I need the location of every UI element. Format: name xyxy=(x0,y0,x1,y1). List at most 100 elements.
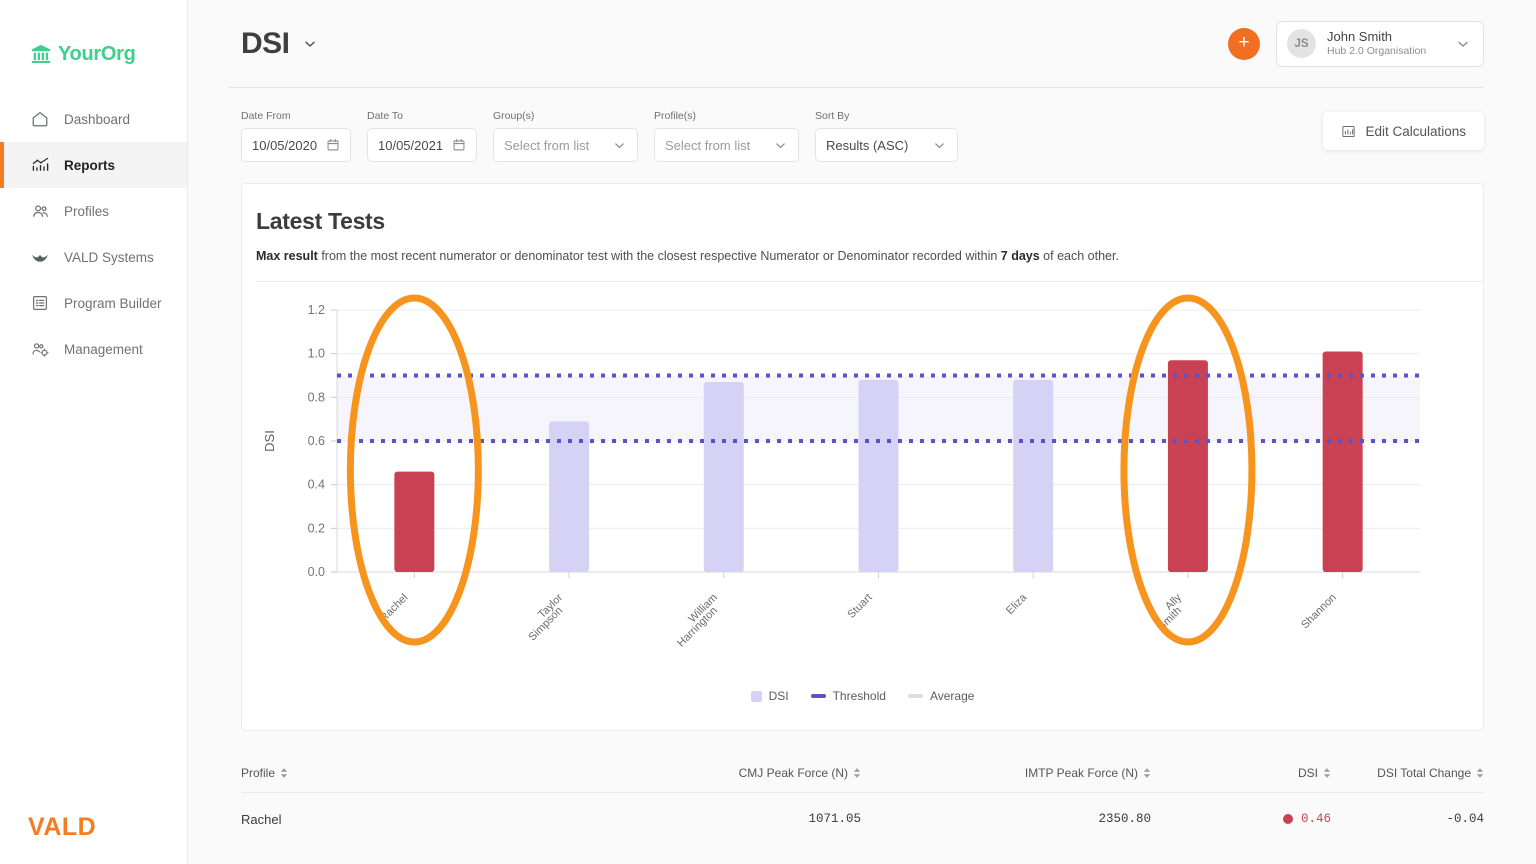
legend-item-dsi[interactable]: DSI xyxy=(751,689,789,703)
brand-logo[interactable]: YourOrg xyxy=(0,0,187,78)
cell-profile: Rachel xyxy=(241,812,571,827)
legend-item-average[interactable]: Average xyxy=(908,689,974,703)
groups-placeholder: Select from list xyxy=(504,138,589,153)
filter-bar: Date From 10/05/2020 Date To 10/05/2021 xyxy=(188,88,1536,162)
sort-by-value: Results (ASC) xyxy=(826,138,908,153)
card-header: Latest Tests Max result from the most re… xyxy=(242,184,1483,282)
x-tick-label: Stuart xyxy=(845,592,874,621)
chart-legend: DSI Threshold Average xyxy=(242,689,1483,703)
profiles-field: Profile(s) Select from list xyxy=(654,110,799,162)
avatar: JS xyxy=(1287,29,1316,58)
sort-by-select[interactable]: Results (ASC) xyxy=(815,128,958,162)
add-button[interactable]: + xyxy=(1228,28,1260,60)
sidebar-item-vald-systems[interactable]: VALD Systems xyxy=(0,234,187,280)
groups-label: Group(s) xyxy=(493,110,638,122)
topbar-right: + JS John Smith Hub 2.0 Organisation xyxy=(1228,21,1484,67)
table-row[interactable]: Rachel 1071.05 2350.80 0.46 -0.04 xyxy=(241,793,1484,845)
user-name: John Smith xyxy=(1327,29,1426,45)
legend-swatch-threshold xyxy=(811,694,826,698)
calendar-icon[interactable] xyxy=(326,138,340,152)
cell-imtp-peak-force: 2350.80 xyxy=(861,812,1151,826)
y-tick-label: 0.8 xyxy=(308,390,325,404)
date-from-value: 10/05/2020 xyxy=(252,138,317,153)
date-to-input[interactable]: 10/05/2021 xyxy=(367,128,477,162)
card-sub-end: of each other. xyxy=(1040,249,1119,263)
cell-cmj-peak-force: 1071.05 xyxy=(571,812,861,826)
vald-footer-logo: VALD xyxy=(28,813,96,842)
chevron-down-icon[interactable] xyxy=(302,36,318,52)
cell-dsi-total-change: -0.04 xyxy=(1331,812,1484,826)
sort-arrows-icon[interactable] xyxy=(1323,768,1331,778)
card-sub-bold-2: 7 days xyxy=(1001,249,1040,263)
bar-stuart xyxy=(859,380,899,572)
profiles-placeholder: Select from list xyxy=(665,138,750,153)
column-header-profile[interactable]: Profile xyxy=(241,766,571,780)
legend-item-threshold[interactable]: Threshold xyxy=(811,689,886,703)
bank-icon xyxy=(30,43,52,65)
y-tick-label: 0.6 xyxy=(308,434,325,448)
home-icon xyxy=(30,109,50,129)
status-dot-icon xyxy=(1283,814,1293,824)
chevron-down-icon[interactable] xyxy=(1455,36,1471,52)
groups-select[interactable]: Select from list xyxy=(493,128,638,162)
groups-field: Group(s) Select from list xyxy=(493,110,638,162)
edit-calculations-label: Edit Calculations xyxy=(1365,124,1466,139)
chevron-down-icon[interactable] xyxy=(932,138,947,153)
card-sub-bold-1: Max result xyxy=(256,249,318,263)
sort-arrows-icon[interactable] xyxy=(853,768,861,778)
sidebar-item-management[interactable]: Management xyxy=(0,326,187,372)
column-header-dsi[interactable]: DSI xyxy=(1151,766,1331,780)
legend-label-dsi: DSI xyxy=(769,689,789,703)
y-tick-label: 0.2 xyxy=(308,521,325,535)
column-header-dsi-total-change[interactable]: DSI Total Change xyxy=(1331,766,1484,780)
date-to-value: 10/05/2021 xyxy=(378,138,443,153)
column-header-cmj-peak-force[interactable]: CMJ Peak Force (N) xyxy=(571,766,861,780)
vald-horns-icon xyxy=(30,247,50,267)
sidebar-item-reports[interactable]: Reports xyxy=(0,142,187,188)
user-menu[interactable]: JS John Smith Hub 2.0 Organisation xyxy=(1276,21,1484,67)
sort-by-field: Sort By Results (ASC) xyxy=(815,110,958,162)
chart-svg: 0.00.20.40.60.81.01.2DSIRachelTaylorSimp… xyxy=(242,282,1428,682)
bar-taylor-simpson xyxy=(549,421,589,572)
cell-dsi: 0.46 xyxy=(1151,812,1331,826)
sidebar-item-label: Dashboard xyxy=(64,112,130,127)
people-icon xyxy=(30,201,50,221)
date-to-field: Date To 10/05/2021 xyxy=(367,110,477,162)
app-root: YourOrg Dashboard xyxy=(0,0,1536,864)
legend-swatch-dsi xyxy=(751,691,762,702)
edit-calculations-button[interactable]: Edit Calculations xyxy=(1323,112,1484,150)
column-header-label: DSI Total Change xyxy=(1377,766,1471,780)
legend-swatch-average xyxy=(908,694,923,698)
legend-label-threshold: Threshold xyxy=(833,689,886,703)
sidebar-item-label: VALD Systems xyxy=(64,250,154,265)
date-from-input[interactable]: 10/05/2020 xyxy=(241,128,351,162)
table-header-row: Profile CMJ Peak Force (N) IMTP Peak For… xyxy=(241,753,1484,793)
bar-ally-smith xyxy=(1168,360,1208,572)
column-header-imtp-peak-force[interactable]: IMTP Peak Force (N) xyxy=(861,766,1151,780)
main-content: DSI + JS John Smith Hub 2.0 Organisation xyxy=(188,0,1536,864)
calendar-icon[interactable] xyxy=(452,138,466,152)
brand-name: YourOrg xyxy=(58,43,136,66)
bar-rachel xyxy=(394,472,434,572)
chevron-down-icon[interactable] xyxy=(773,138,788,153)
sort-arrows-icon[interactable] xyxy=(280,768,288,778)
column-header-label: IMTP Peak Force (N) xyxy=(1025,766,1138,780)
y-tick-label: 1.0 xyxy=(308,347,325,361)
page-title: DSI xyxy=(241,27,290,61)
column-header-label: DSI xyxy=(1298,766,1318,780)
sort-arrows-icon[interactable] xyxy=(1143,768,1151,778)
sidebar-item-profiles[interactable]: Profiles xyxy=(0,188,187,234)
sidebar-item-dashboard[interactable]: Dashboard xyxy=(0,96,187,142)
latest-tests-card: Latest Tests Max result from the most re… xyxy=(241,183,1484,731)
chevron-down-icon[interactable] xyxy=(612,138,627,153)
profiles-select[interactable]: Select from list xyxy=(654,128,799,162)
people-gear-icon xyxy=(30,339,50,359)
profiles-label: Profile(s) xyxy=(654,110,799,122)
sidebar: YourOrg Dashboard xyxy=(0,0,188,864)
list-document-icon xyxy=(30,293,50,313)
sort-arrows-icon[interactable] xyxy=(1476,768,1484,778)
bar-william-harrington xyxy=(704,382,744,572)
sort-by-label: Sort By xyxy=(815,110,958,122)
chart-bars-icon xyxy=(30,155,50,175)
sidebar-item-program-builder[interactable]: Program Builder xyxy=(0,280,187,326)
